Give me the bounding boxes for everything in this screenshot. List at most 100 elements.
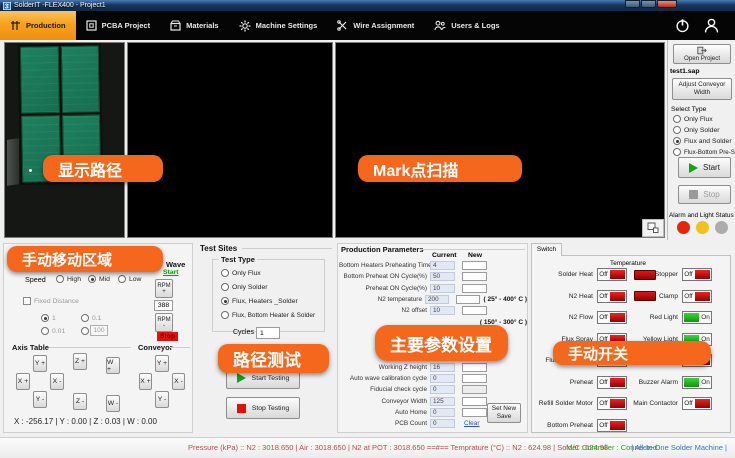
open-project-button[interactable]: Open Project <box>673 44 731 64</box>
new-value-input[interactable] <box>462 374 487 383</box>
app-window: SolderIT -FLEX400 - Project1 Production … <box>0 0 735 458</box>
distance-input[interactable]: 100 <box>90 325 108 336</box>
open-project-icon <box>697 46 707 55</box>
rpm-up-button[interactable]: RPM+ <box>155 279 173 298</box>
new-value-input[interactable] <box>462 284 487 293</box>
wave-start-link[interactable]: Start <box>163 269 179 276</box>
new-value-input[interactable] <box>462 272 487 281</box>
radio-distance-1[interactable]: 1 <box>41 314 56 322</box>
toggle-stopper[interactable]: Off <box>682 268 712 281</box>
axis-x-minus-button[interactable]: X - <box>50 373 64 390</box>
new-value-input[interactable] <box>462 385 487 394</box>
wave-label: Wave <box>166 260 185 269</box>
adjust-conveyor-width-button[interactable]: Adjust Conveyor Width <box>672 78 732 100</box>
tab-machine-settings[interactable]: Machine Settings <box>229 11 328 40</box>
radio-speed-high[interactable]: High <box>56 275 81 283</box>
production-parameters-title: Production Parameters <box>341 245 424 254</box>
radio-speed-low[interactable]: Low <box>118 275 141 283</box>
gear-icon <box>239 20 251 32</box>
radio-distance-0-1[interactable]: 0.1 <box>81 314 101 322</box>
radio-test-only-flux[interactable]: Only Flux <box>221 269 261 277</box>
toggle-main-contactor[interactable]: Off <box>682 397 712 410</box>
wave-stop-label[interactable]: Stop <box>157 332 178 341</box>
tab-production[interactable]: Production <box>0 11 76 40</box>
radio-icon-selected <box>41 314 49 322</box>
new-value-input[interactable] <box>462 261 487 270</box>
radio-flux-and-solder[interactable]: Flux and Solder <box>673 137 732 145</box>
radio-test-flux-bottom-heater[interactable]: Flux, Bottom Heater & Solder <box>221 311 315 319</box>
new-value-input[interactable] <box>456 295 480 304</box>
camera-view-pcb <box>4 42 125 238</box>
param-row: N2 offset10 <box>339 305 527 316</box>
conveyor-x-plus-button[interactable]: X + <box>139 373 152 390</box>
axis-z-plus-button[interactable]: Z + <box>73 353 87 370</box>
new-value-input[interactable] <box>462 408 487 417</box>
tab-pcba-project[interactable]: PCBA Project <box>76 11 160 40</box>
param-row: Fiducial check cycle0 <box>339 384 527 395</box>
new-value-input[interactable] <box>462 363 487 372</box>
pressure-status-text: Pressure (kPa) :: N2 : 3018.650 | Air : … <box>188 443 608 452</box>
new-value-input[interactable] <box>462 397 487 406</box>
fixed-distance-checkbox[interactable]: Fixed Distance <box>23 297 79 305</box>
toggle-red-light[interactable]: On <box>682 311 712 324</box>
toggle-buzzer-alarm[interactable]: On <box>682 376 712 389</box>
radio-icon <box>81 314 89 322</box>
axis-coordinates: X : -256.17 | Y : 0.00 | Z : 0.03 | W : … <box>14 417 157 426</box>
cycles-input[interactable]: 1 <box>256 327 280 339</box>
set-new-save-button[interactable]: Set NewSave <box>487 403 521 423</box>
param-row: N2 temperature200( 25° - 400° C ) <box>339 294 527 305</box>
axis-y-plus-button[interactable]: Y + <box>33 355 47 372</box>
radio-speed-mid[interactable]: Mid <box>88 275 110 283</box>
project-sidebar: Open Project test1.sap Adjust Conveyor W… <box>667 40 735 240</box>
radio-only-solder[interactable]: Only Solder <box>673 126 720 134</box>
stop-testing-button[interactable]: Stop Testing <box>226 397 300 419</box>
tab-users-logs[interactable]: Users & Logs <box>424 11 509 40</box>
switch-row: Main ContactorOff <box>608 393 712 415</box>
rpm-down-button[interactable]: RPM- <box>155 313 173 332</box>
start-button[interactable]: Start <box>678 157 731 178</box>
toggle-clamp[interactable]: Off <box>682 290 712 303</box>
power-icon[interactable] <box>675 18 690 33</box>
radio-test-only-solder[interactable]: Only Solder <box>221 283 268 291</box>
radio-icon <box>673 115 681 123</box>
axis-w-plus-button[interactable]: W + <box>106 357 120 374</box>
radio-only-flux[interactable]: Only Flux <box>673 115 713 123</box>
radio-icon <box>41 327 49 335</box>
minimize-button[interactable] <box>625 0 640 8</box>
tab-switch[interactable]: Switch <box>531 243 562 256</box>
user-icon[interactable] <box>704 18 719 33</box>
axis-x-plus-button[interactable]: X + <box>16 373 30 390</box>
radio-distance-0-01[interactable]: 0.01 <box>41 327 65 335</box>
current-value: 0 <box>430 408 455 417</box>
conveyor-y-minus-button[interactable]: Y - <box>155 391 169 408</box>
radio-distance-custom[interactable] <box>81 327 89 335</box>
param-row: Bottom Heaters Preheating Time(Sec)4 <box>339 260 527 271</box>
radio-test-flux-heaters-solder[interactable]: Flux, Heaters _Solder <box>221 297 298 305</box>
clear-link[interactable]: Clear <box>464 420 480 427</box>
stop-button[interactable]: Stop <box>678 185 731 204</box>
rpm-value[interactable]: 388 <box>154 300 173 311</box>
tab-materials[interactable]: Materials <box>160 11 229 40</box>
switch-row: Red LightOn <box>608 307 712 329</box>
axis-y-minus-button[interactable]: Y - <box>33 391 47 408</box>
new-value-input[interactable] <box>462 306 487 315</box>
maximize-button[interactable] <box>641 0 656 8</box>
checkbox-icon <box>23 297 31 305</box>
toggle-bottom-preheat[interactable]: Off <box>597 419 627 432</box>
close-button[interactable] <box>657 0 677 8</box>
expand-view-button[interactable] <box>642 219 664 237</box>
conveyor-y-plus-button[interactable]: Y + <box>155 355 169 372</box>
conveyor-x-minus-button[interactable]: X - <box>172 373 185 390</box>
axis-w-minus-button[interactable]: W - <box>106 395 120 412</box>
play-icon <box>689 163 698 173</box>
tab-wire-assignment[interactable]: Wire Assignment <box>327 11 424 40</box>
radio-icon <box>221 311 229 319</box>
radio-flux-bottom-presolder[interactable]: Flux-Bottom Pre-Solder <box>673 148 735 156</box>
callout-path-test: 路径测试 <box>218 344 329 373</box>
camera-view-mark <box>335 42 665 238</box>
axis-z-minus-button[interactable]: Z - <box>73 393 87 410</box>
radio-icon <box>221 283 229 291</box>
nav-right-icons <box>675 11 735 40</box>
production-icon <box>10 20 21 31</box>
current-value: 50 <box>430 272 455 281</box>
